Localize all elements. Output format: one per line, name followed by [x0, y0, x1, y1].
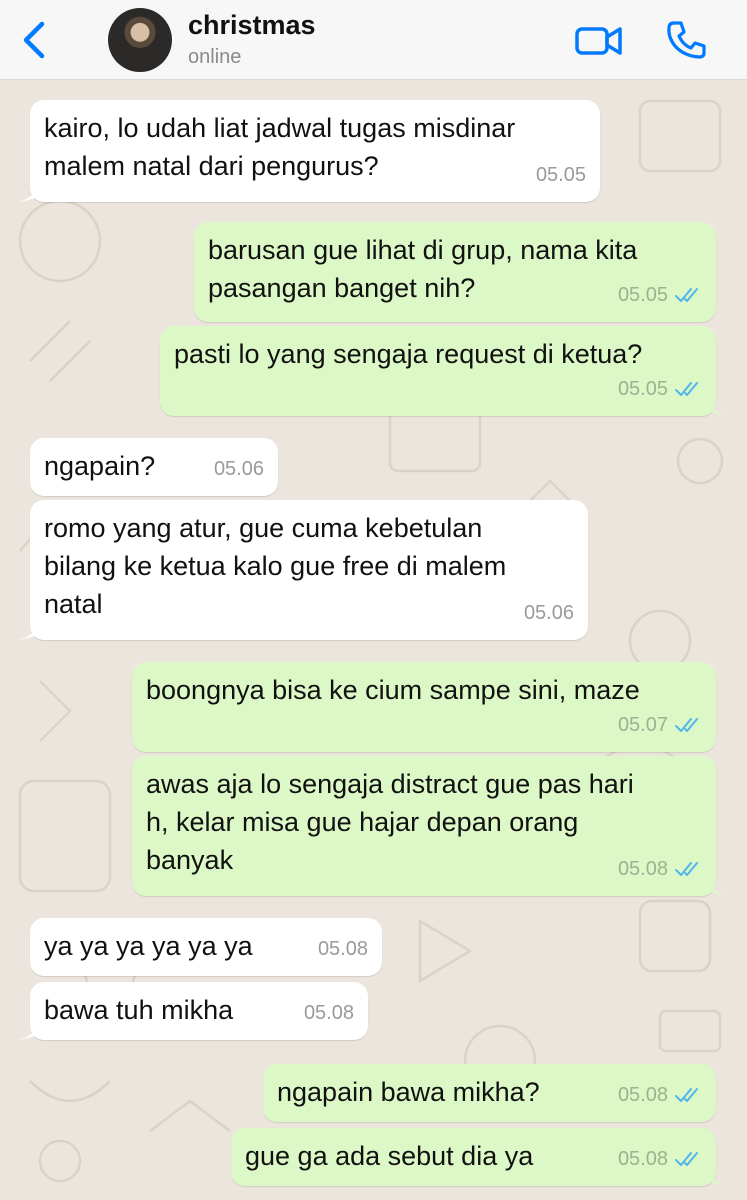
- incoming-message[interactable]: ngapain? 05.06: [30, 438, 278, 496]
- message-meta: 05.08: [318, 930, 368, 968]
- message-time: 05.08: [303, 1002, 354, 1024]
- message-meta: 05.08: [304, 994, 354, 1032]
- message-meta: 05.05: [618, 276, 702, 314]
- message-text: boongnya bisa ke cium sampe sini, maze: [146, 675, 640, 705]
- avatar[interactable]: [108, 8, 172, 72]
- bubble-tail: [708, 396, 728, 416]
- message-time: 05.06: [213, 458, 264, 480]
- outgoing-message[interactable]: barusan gue lihat di grup, nama kita pas…: [194, 222, 716, 322]
- chat-header: christmas online: [0, 0, 747, 80]
- double-check-icon: [675, 1088, 698, 1102]
- incoming-message[interactable]: kairo, lo udah liat jadwal tugas misdina…: [18, 100, 600, 202]
- message-time: 05.08: [617, 1084, 668, 1106]
- message-meta: 05.08: [618, 1140, 702, 1178]
- outgoing-message[interactable]: gue ga ada sebut dia ya 05.08: [231, 1128, 728, 1186]
- bubble-tail: [18, 620, 38, 640]
- voice-call-button[interactable]: [664, 18, 708, 62]
- message-time: 05.07: [617, 714, 668, 736]
- bubble-tail: [708, 876, 728, 896]
- message-time: 05.05: [617, 378, 668, 400]
- message-meta: 05.08: [618, 850, 702, 888]
- incoming-message[interactable]: bawa tuh mikha 05.08: [18, 982, 368, 1040]
- message-meta: 05.06: [214, 450, 264, 488]
- outgoing-message[interactable]: ngapain bawa mikha? 05.08: [263, 1064, 716, 1122]
- message-time: 05.08: [617, 858, 668, 880]
- message-meta: 05.08: [618, 1076, 702, 1114]
- double-check-icon: [675, 288, 698, 302]
- message-text: kairo, lo udah liat jadwal tugas misdina…: [44, 113, 516, 181]
- message-meta: 05.05: [618, 370, 702, 408]
- contact-name[interactable]: christmas: [188, 10, 316, 41]
- video-camera-icon: [575, 27, 622, 55]
- chevron-left-icon: [23, 21, 45, 59]
- message-text: pasti lo yang sengaja request di ketua?: [174, 339, 643, 369]
- message-time: 05.05: [535, 164, 586, 186]
- video-call-button[interactable]: [574, 20, 624, 60]
- outgoing-message[interactable]: pasti lo yang sengaja request di ketua? 0…: [160, 326, 728, 416]
- contact-status: online: [188, 46, 242, 68]
- double-check-icon: [675, 382, 698, 396]
- message-meta: 05.05: [536, 156, 586, 194]
- message-time: 05.05: [617, 284, 668, 306]
- bubble-tail: [18, 182, 38, 202]
- outgoing-message[interactable]: awas aja lo sengaja distract gue pas har…: [132, 756, 728, 896]
- message-text: romo yang atur, gue cuma kebetulan bilan…: [44, 513, 507, 619]
- phone-icon: [667, 21, 706, 59]
- double-check-icon: [675, 862, 698, 876]
- double-check-icon: [675, 1152, 698, 1166]
- back-button[interactable]: [18, 20, 54, 60]
- message-time: 05.08: [617, 1148, 668, 1170]
- incoming-message[interactable]: ya ya ya ya ya ya 05.08: [30, 918, 382, 976]
- message-meta: 05.06: [524, 594, 574, 632]
- bubble-tail: [708, 1166, 728, 1186]
- message-time: 05.06: [523, 602, 574, 624]
- outgoing-message[interactable]: boongnya bisa ke cium sampe sini, maze 05…: [132, 662, 716, 752]
- message-time: 05.08: [317, 938, 368, 960]
- incoming-message[interactable]: romo yang atur, gue cuma kebetulan bilan…: [18, 500, 588, 640]
- message-meta: 05.07: [618, 706, 702, 744]
- double-check-icon: [675, 718, 698, 732]
- bubble-tail: [18, 1020, 38, 1040]
